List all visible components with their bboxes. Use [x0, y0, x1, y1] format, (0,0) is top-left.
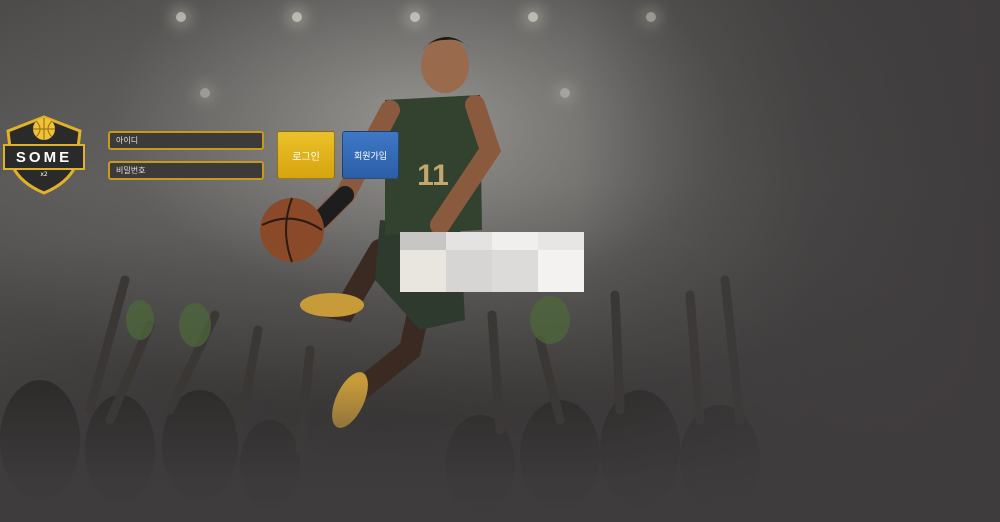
brand-logo[interactable]: SOME x2 [2, 115, 86, 195]
login-button[interactable]: 로그인 [277, 131, 335, 179]
bottom-fade-overlay [0, 382, 1000, 522]
brand-sub: x2 [40, 171, 48, 178]
jersey-number: 11 [417, 159, 449, 192]
censored-mosaic [400, 232, 584, 292]
stadium-light [560, 88, 570, 98]
username-input[interactable] [108, 131, 264, 150]
register-button[interactable]: 회원가입 [342, 131, 399, 179]
login-page: 11 SOME x2 로그인 회원가입 [0, 0, 1000, 522]
password-input[interactable] [108, 161, 264, 180]
stadium-light [176, 12, 186, 22]
stadium-light [200, 88, 210, 98]
player-illustration: 11 [260, 36, 502, 428]
brand-name: SOME [15, 149, 73, 166]
